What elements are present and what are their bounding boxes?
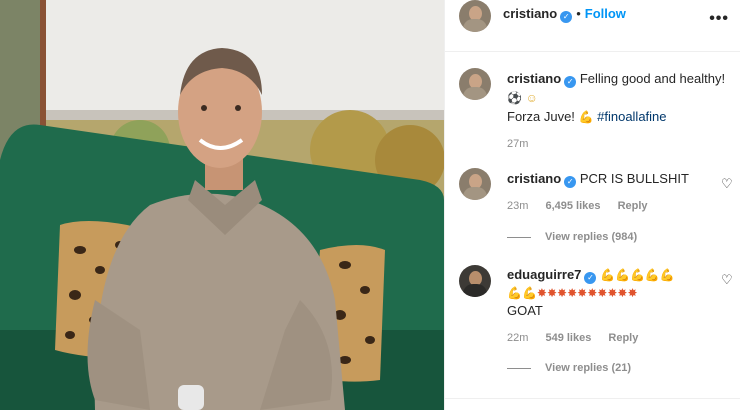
- follow-button[interactable]: Follow: [585, 6, 626, 21]
- comment-meta: 23m 6,495 likes Reply: [507, 200, 707, 212]
- caption-time[interactable]: 27m: [507, 138, 732, 150]
- comment-text: GOAT: [507, 303, 543, 318]
- collision-emoji-icon: ✸: [577, 286, 588, 300]
- view-replies-label: View replies (984): [545, 231, 638, 243]
- caption-emoji-line: ⚽ ☺: [507, 89, 732, 107]
- comment-time[interactable]: 23m: [507, 200, 528, 212]
- separator-dot: •: [576, 6, 581, 21]
- comment-time[interactable]: 22m: [507, 332, 528, 344]
- flexed-biceps-emoji-icon: 💪: [578, 110, 594, 124]
- like-heart-icon[interactable]: ♡: [721, 176, 733, 192]
- collision-emoji-icon: ✸: [627, 286, 638, 300]
- divider-line: [507, 367, 531, 369]
- comment-likes[interactable]: 6,495 likes: [545, 200, 600, 212]
- verified-badge-icon: ✓: [560, 11, 573, 23]
- hashtag-link[interactable]: #finoallafine: [597, 109, 666, 124]
- collision-emoji-icon: ✸: [607, 286, 618, 300]
- divider-line: [507, 236, 531, 238]
- soccer-ball-emoji-icon: ⚽: [507, 91, 522, 105]
- collision-emoji-icon: ✸: [536, 286, 547, 300]
- flexed-biceps-emoji-icon: 💪: [600, 268, 615, 282]
- flexed-biceps-emoji-icon: 💪: [521, 286, 537, 300]
- like-heart-icon[interactable]: ♡: [721, 272, 733, 288]
- view-replies-button[interactable]: View replies (21): [507, 362, 631, 374]
- caption-text-line2: Forza Juve!: [507, 109, 575, 124]
- comment-avatar[interactable]: [459, 168, 491, 200]
- action-bar: [445, 398, 740, 410]
- collision-emoji-icon: ✸: [557, 286, 568, 300]
- comment-emoji-line1: 💪💪💪💪💪: [600, 267, 675, 282]
- comment-likes[interactable]: 549 likes: [545, 332, 591, 344]
- comment-username[interactable]: eduaguirre7: [507, 267, 581, 282]
- collision-emoji-icon: ✸: [597, 286, 608, 300]
- comment-1: cristiano ✓ PCR IS BULLSHIT 23m 6,495 lik…: [507, 170, 707, 212]
- collision-emoji-icon: ✸: [567, 286, 578, 300]
- verified-badge-icon: ✓: [584, 272, 597, 284]
- collision-emoji-icon: ✸: [617, 286, 628, 300]
- flexed-biceps-emoji-icon: 💪: [629, 268, 645, 282]
- flexed-biceps-emoji-icon: 💪: [659, 268, 675, 282]
- flexed-biceps-emoji-icon: 💪: [615, 268, 630, 282]
- reply-button[interactable]: Reply: [608, 332, 638, 344]
- flexed-biceps-emoji-icon: 💪: [507, 286, 522, 300]
- comment-meta: 22m 549 likes Reply: [507, 332, 722, 344]
- comments-panel: cristiano ✓ • Follow ••• cristiano ✓ Felling…: [444, 0, 740, 410]
- reply-button[interactable]: Reply: [618, 200, 648, 212]
- caption-username[interactable]: cristiano: [507, 71, 561, 86]
- caption-text-line1: Felling good and healthy!: [579, 71, 726, 86]
- comment-avatar[interactable]: [459, 265, 491, 297]
- comment-text: PCR IS BULLSHIT: [579, 171, 689, 186]
- collision-emoji-icon: ✸: [587, 286, 598, 300]
- caption-avatar[interactable]: [459, 68, 491, 100]
- post-photo-image: [0, 0, 444, 410]
- post-photo[interactable]: [0, 0, 444, 410]
- more-options-icon[interactable]: •••: [709, 10, 729, 28]
- collision-emoji-icon: ✸: [546, 286, 558, 300]
- caption: cristiano ✓ Felling good and healthy! ⚽ ☺…: [507, 70, 732, 150]
- header-user: cristiano ✓ • Follow: [503, 5, 626, 23]
- view-replies-label: View replies (21): [545, 362, 632, 374]
- header-username[interactable]: cristiano: [503, 6, 557, 21]
- smile-emoji-icon: ☺: [525, 91, 538, 105]
- comment-emoji-line2: 💪💪✸✸✸✸✸✸✸✸✸✸: [507, 284, 722, 302]
- flexed-biceps-emoji-icon: 💪: [644, 268, 660, 282]
- view-replies-button[interactable]: View replies (984): [507, 231, 637, 243]
- verified-badge-icon: ✓: [564, 176, 577, 188]
- post-header: cristiano ✓ • Follow •••: [445, 0, 740, 52]
- comment-2: eduaguirre7 ✓ 💪💪💪💪💪 💪💪✸✸✸✸✸✸✸✸✸✸ GOAT 22m…: [507, 266, 722, 344]
- verified-badge-icon: ✓: [564, 76, 577, 88]
- comment-username[interactable]: cristiano: [507, 171, 561, 186]
- header-avatar[interactable]: [459, 0, 491, 32]
